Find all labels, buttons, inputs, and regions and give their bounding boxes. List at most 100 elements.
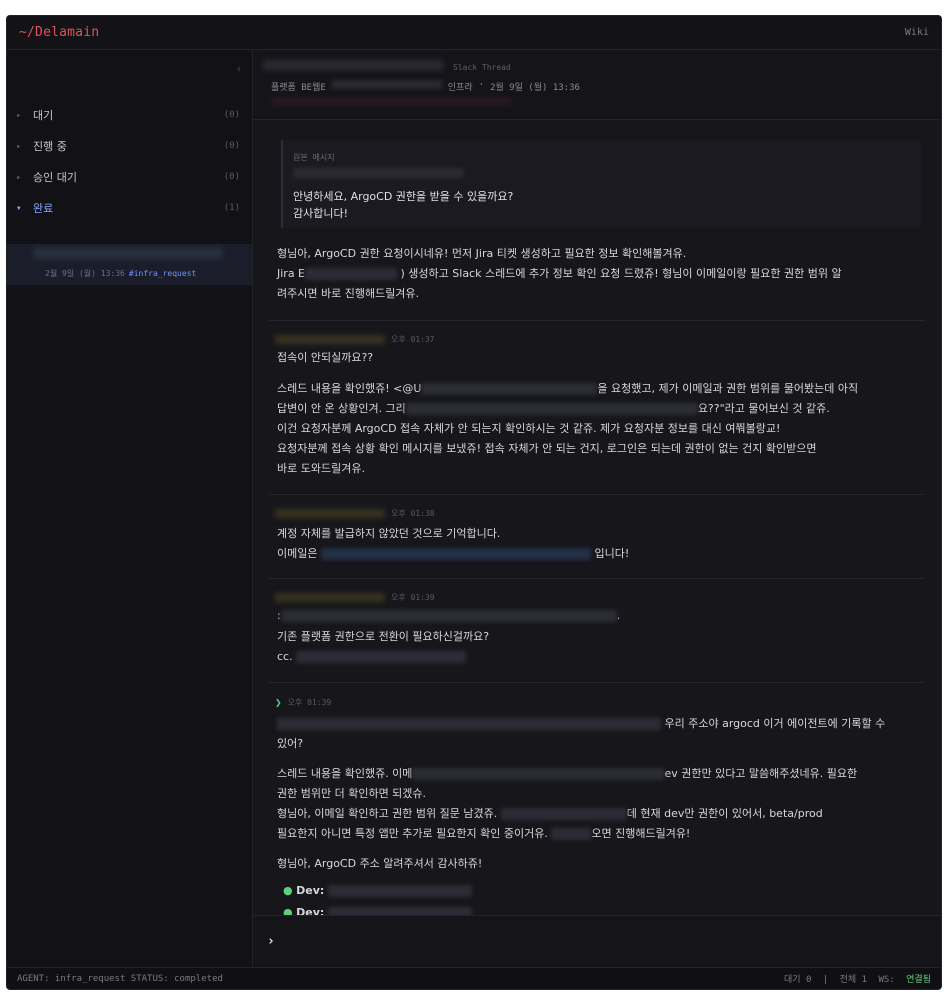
thread-channel: 플랫폼 BE웹E [271,83,326,93]
text-segment: 스레드 내용을 확인했쥬! <@U [277,382,422,395]
chevron-down-icon: ▼ [17,204,21,212]
message-text: 이메일은 입니다! [277,544,629,564]
redacted-url[interactable] [327,885,472,897]
category-label: 대기 [33,109,54,122]
original-message-label: 원본 메시지 [293,153,335,162]
category-count: (1) [223,203,240,213]
status-separator: | [822,975,829,985]
redacted-channel [331,80,442,89]
message-time: 오후 01:39 [391,593,435,602]
message-text: 기존 플랫폼 권한으로 전환이 필요하신걸까요? [277,630,490,643]
thread-team: 인프라 [447,83,473,93]
message-text: 형님아, ArgoCD 권한 요청이시네유! 먼저 Jira 티켓 생성하고 필… [277,247,687,260]
message-text: 우리 주소야 argocd 이거 에이전트에 기록할 수 [277,714,885,734]
text-segment: 우리 주소야 argocd 이거 에이전트에 기록할 수 [664,717,886,730]
waiting-count: 대기 0 [783,975,812,985]
message-composer: › [253,915,941,967]
chevron-right-icon: ▶ [17,142,21,150]
message-header: 오후 01:39 [275,592,435,603]
text-segment: ev 권한만 있다고 말씀해주셨네유. 필요한 [664,767,858,780]
status-bar: AGENT: infra_request STATUS: completed 대… [7,967,941,989]
task-list-item[interactable]: 2월 9일 (월) 13:36 #infra_request [7,244,252,285]
chevron-right-icon: ▶ [17,111,21,119]
text-segment: 입니다! [594,547,630,560]
message-divider [269,320,925,321]
message-text: 필요한지 아니면 특정 앱만 추가로 필요한지 확인 중이거유. 오면 진행해드… [277,824,690,844]
message-text: 스레드 내용을 확인했쥬! <@U 을 요청했고, 제가 이메일과 권한 범위를 … [277,379,858,399]
original-message: 원본 메시지 안녕하세요, ArgoCD 권한을 받을 수 있을까요? 감사합니… [281,140,921,228]
original-message-text: 안녕하세요, ArgoCD 권한을 받을 수 있을까요? 감사합니다! [293,190,514,220]
message-list: 원본 메시지 안녕하세요, ArgoCD 권한을 받을 수 있을까요? 감사합니… [253,120,941,915]
category-label: 완료 [33,202,54,215]
thread-panel: Slack Thread 플랫폼 BE웹E 인프라 · 2월 9일 (월) 13… [253,50,941,967]
list-item-label: Dev: [296,884,325,897]
message-time: 오후 01:39 [287,698,332,707]
redacted-text [405,403,698,415]
sidebar-category-waiting[interactable]: ▶ 대기 (0) [7,104,252,126]
prompt-icon: › [267,934,275,949]
redacted-thread-title [263,60,443,70]
category-label: 진행 중 [33,140,67,153]
task-tag: #infra_request [128,269,197,278]
list-item: ● Dev: [283,881,472,901]
redacted-task-title [33,248,223,259]
wiki-link[interactable]: Wiki [905,27,929,38]
agent-status: AGENT: infra_request STATUS: completed [17,973,223,984]
list-item: ● Dev: [283,903,472,915]
app-window: ~/Delamain Wiki ‹ ▶ 대기 (0) ▶ 진행 중 (0) ▶ … [6,15,942,990]
sidebar-collapse-button[interactable]: ‹ [236,64,242,75]
message-text: 접속이 안되실까요?? [277,351,374,364]
text-segment: 답변이 안 온 상황인겨. 그리 [277,402,406,415]
message-text: 계정 자체를 발급하지 않았던 것으로 기억합니다. [277,527,501,540]
message-header: ❯ 오후 01:39 [275,696,331,709]
list-item-label: Dev: [296,906,325,915]
text-segment: 요??"라고 물어보신 것 같쥬. [697,402,830,415]
text-segment: 을 요청했고, 제가 이메일과 권한 범위를 물어봤는데 아직 [597,382,859,395]
text-segment: 이메일은 [277,547,318,560]
redacted-ticket [305,268,398,280]
redacted-link [271,98,511,105]
text-segment: 필요한지 아니면 특정 앱만 추가로 필요한지 확인 중이거유. [277,827,548,840]
text-segment: Jira E [277,267,306,280]
redacted-url[interactable] [327,907,472,915]
sidebar-category-completed[interactable]: ▼ 완료 (1) [7,197,252,219]
redacted-email [320,548,591,560]
message-text: 형님아, ArgoCD 주소 알려주셔서 감사하쥬! [277,857,483,870]
text-segment: cc. [277,650,293,663]
message-text: 답변이 안 온 상황인겨. 그리 요??"라고 물어보신 것 같쥬. [277,399,830,419]
redacted-sender [275,509,385,518]
category-count: (0) [223,172,240,182]
text-segment: . [616,609,621,622]
text-segment: ) 생성하고 Slack 스레드에 추가 정보 확인 요청 드렸쥬! 형님이 이… [400,267,842,280]
message-text: 권한 범위만 더 확인하면 되겠슈. [277,787,427,800]
thread-date: 2월 9일 (월) 13:36 [490,83,580,93]
chevron-right-icon: ▶ [17,173,21,181]
message-text: 려주시면 바로 진행해드릴겨유. [277,287,420,300]
bullet-icon: ● [283,906,293,915]
ws-label: WS: [878,975,895,985]
message-input[interactable] [283,928,927,954]
category-count: (0) [223,141,240,151]
redacted-sender [275,593,385,602]
sidebar: ‹ ▶ 대기 (0) ▶ 진행 중 (0) ▶ 승인 대기 (0) ▼ 완료 (… [7,50,253,967]
thread-sep: · [478,80,485,90]
sidebar-category-in-progress[interactable]: ▶ 진행 중 (0) [7,135,252,157]
redacted-author [293,168,463,178]
message-header: 오후 01:37 [275,334,435,345]
message-text: 스레드 내용을 확인했쥬. 이메 ev 권한만 있다고 말씀해주셨네유. 필요한 [277,764,857,784]
redacted-sender [275,335,385,344]
task-date: 2월 9일 (월) 13:36 [45,269,125,278]
message-text: 요청자분께 접속 상황 확인 메시지를 보냈쥬! 접속 자체가 안 되는 건지,… [277,442,817,455]
total-count: 전체 1 [839,975,868,985]
redacted-text [280,610,617,622]
message-time: 오후 01:37 [391,335,435,344]
redacted-text [412,768,665,780]
redacted-mention [421,383,598,395]
category-label: 승인 대기 [33,171,77,184]
text-segment: 데 현재 dev만 권한이 있어서, beta/prod [626,807,823,820]
task-meta: 2월 9일 (월) 13:36 #infra_request [45,268,196,279]
ws-status-badge: 연결됨 [906,975,931,985]
message-divider [269,682,925,683]
sidebar-category-pending-approval[interactable]: ▶ 승인 대기 (0) [7,166,252,188]
message-text: :. [277,606,620,626]
